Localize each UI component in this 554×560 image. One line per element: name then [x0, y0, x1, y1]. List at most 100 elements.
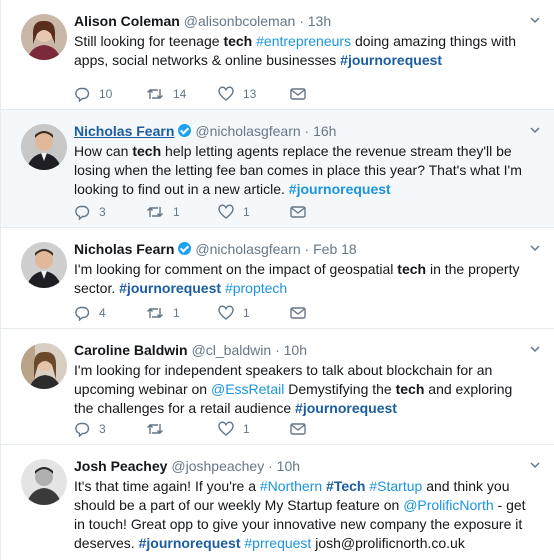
retweet-count: 1 [173, 205, 180, 219]
screen-name[interactable]: @joshpeachey [171, 458, 264, 474]
display-name[interactable]: Alison Coleman [74, 13, 180, 29]
tweet-text: I'm looking for comment on the impact of… [74, 260, 535, 298]
tweet-actions: 3 1 [74, 421, 315, 437]
verified-badge-icon [178, 242, 192, 255]
mention-link[interactable]: @ProlificNorth [403, 497, 493, 513]
like-icon [218, 204, 234, 219]
retweet-icon [147, 207, 163, 217]
screen-name[interactable]: @cl_baldwin [192, 342, 272, 358]
tweet-text-segment: It's that time again! If you're a [74, 478, 260, 494]
like-button[interactable]: 1 [218, 204, 290, 220]
like-button[interactable]: 1 [218, 305, 290, 321]
avatar[interactable] [21, 343, 67, 389]
hashtag-link[interactable]: #journorequest [119, 280, 221, 296]
hashtag-link[interactable]: #journorequest [340, 52, 442, 68]
reply-icon [75, 87, 90, 102]
retweet-button[interactable]: 1 [146, 204, 218, 220]
display-name[interactable]: Caroline Baldwin [74, 342, 188, 358]
reply-icon [75, 306, 90, 321]
retweet-button[interactable] [146, 421, 218, 437]
display-name[interactable]: Josh Peachey [74, 458, 167, 474]
screen-name[interactable]: @nicholasgfearn [195, 241, 300, 257]
like-button[interactable]: 1 [218, 421, 290, 437]
chevron-down-icon[interactable] [529, 242, 541, 254]
timestamp[interactable]: 13h [308, 13, 331, 29]
like-count: 1 [243, 422, 250, 436]
like-count: 1 [243, 306, 250, 320]
like-icon [218, 305, 234, 320]
timestamp[interactable]: 10h [284, 342, 307, 358]
chevron-down-icon[interactable] [529, 459, 541, 471]
tweet-text-segment: josh@prolificnorth.co.uk [311, 535, 465, 551]
tweet-text-segment: Demystifying the [284, 381, 396, 397]
tweet-text: I'm looking for independent speakers to … [74, 361, 535, 418]
reply-button[interactable]: 3 [74, 421, 146, 437]
reply-button[interactable]: 10 [74, 86, 146, 102]
direct-message-button[interactable] [290, 422, 315, 436]
verified-badge-icon [178, 124, 192, 137]
retweet-button[interactable]: 14 [146, 86, 218, 102]
search-results-timeline: Alison Coleman @alisonbcoleman · 13h Stil… [0, 0, 554, 560]
tweet-text-segment: I'm looking for comment on the impact of… [74, 261, 398, 277]
avatar[interactable] [21, 459, 67, 505]
reply-icon [75, 422, 90, 437]
display-name[interactable]: Nicholas Fearn [74, 241, 174, 257]
like-icon [218, 86, 234, 101]
hashtag-link[interactable]: #Tech [326, 478, 365, 494]
tweet-text-segment: How can [74, 143, 133, 159]
like-count: 13 [243, 87, 257, 101]
direct-message-button[interactable] [290, 306, 315, 320]
tweet-text: It's that time again! If you're a #North… [74, 477, 535, 553]
timestamp[interactable]: 16h [313, 123, 336, 139]
hashtag-link[interactable]: #prrequest [244, 535, 311, 551]
reply-icon [75, 205, 90, 220]
timestamp[interactable]: Feb 18 [313, 241, 357, 257]
timestamp[interactable]: 10h [277, 458, 300, 474]
tweet-text: Still looking for teenage tech #entrepre… [74, 32, 535, 70]
screen-name[interactable]: @nicholasgfearn [195, 123, 300, 139]
tweet[interactable]: Nicholas Fearn @nicholasgfearn · Feb 18 I… [1, 228, 554, 329]
hashtag-link[interactable]: #entrepreneurs [256, 33, 351, 49]
retweet-count: 14 [173, 87, 187, 101]
hashtag-link[interactable]: #journorequest [139, 535, 241, 551]
separator-dot: · [304, 123, 310, 139]
retweet-button[interactable]: 1 [146, 305, 218, 321]
avatar[interactable] [21, 242, 67, 288]
tweet[interactable]: Alison Coleman @alisonbcoleman · 13h Stil… [1, 0, 554, 110]
direct-message-button[interactable] [290, 87, 315, 101]
direct-message-button[interactable] [290, 205, 315, 219]
retweet-icon [147, 424, 163, 434]
avatar[interactable] [21, 14, 67, 60]
tweet[interactable]: Josh Peachey @joshpeachey · 10h It's that… [1, 445, 554, 560]
hashtag-link[interactable]: #journorequest [289, 181, 391, 197]
chevron-down-icon[interactable] [529, 124, 541, 136]
reply-button[interactable]: 4 [74, 305, 146, 321]
chevron-down-icon[interactable] [529, 14, 541, 26]
direct-message-icon [290, 88, 306, 100]
tweet[interactable]: Caroline Baldwin @cl_baldwin · 10h I'm lo… [1, 329, 554, 445]
tweet-actions: 3 1 1 [74, 204, 315, 220]
mention-link[interactable]: @EssRetail [211, 381, 284, 397]
separator-dot: · [275, 342, 280, 358]
search-term-highlight: tech [397, 261, 427, 277]
reply-count: 4 [99, 306, 106, 320]
hashtag-link[interactable]: #proptech [225, 280, 287, 296]
tweet-text-segment: Still looking for teenage [74, 33, 224, 49]
search-term-highlight: tech [132, 143, 162, 159]
hashtag-link[interactable]: #Startup [369, 478, 422, 494]
hashtag-link[interactable]: #Northern [260, 478, 322, 494]
search-term-highlight: tech [223, 33, 253, 49]
tweet-actions: 4 1 1 [74, 305, 315, 321]
avatar[interactable] [21, 124, 67, 170]
reply-button[interactable]: 3 [74, 204, 146, 220]
direct-message-icon [290, 307, 306, 319]
direct-message-icon [290, 206, 306, 218]
like-button[interactable]: 13 [218, 86, 290, 102]
screen-name[interactable]: @alisonbcoleman [184, 13, 296, 29]
tweet[interactable]: Nicholas Fearn @nicholasgfearn · 16h How … [1, 110, 554, 228]
display-name[interactable]: Nicholas Fearn [74, 123, 174, 139]
chevron-down-icon[interactable] [529, 343, 541, 355]
reply-count: 3 [99, 422, 106, 436]
reply-count: 10 [99, 87, 113, 101]
hashtag-link[interactable]: #journorequest [295, 400, 397, 416]
